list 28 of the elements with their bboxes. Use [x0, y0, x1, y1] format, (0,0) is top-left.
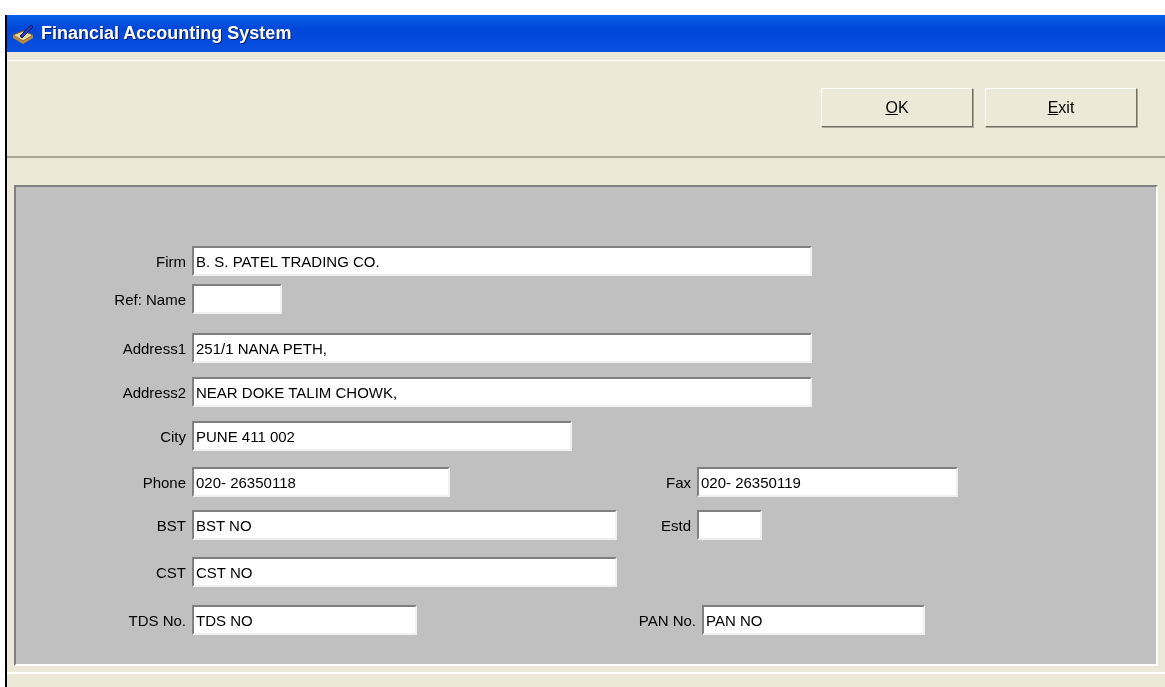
- text-field[interactable]: CST NO: [192, 557, 617, 587]
- field-label: Firm: [155, 252, 186, 270]
- book-pen-icon: [11, 22, 35, 45]
- ok-button[interactable]: OK: [821, 88, 973, 127]
- field-label: Ref: Name: [113, 290, 186, 308]
- field-label: CST: [155, 563, 186, 581]
- field-label: Phone: [141, 473, 186, 491]
- text-field[interactable]: BST NO: [192, 510, 617, 540]
- text-field[interactable]: NEAR DOKE TALIM CHOWK,: [192, 377, 812, 407]
- text-field[interactable]: PAN NO: [702, 605, 925, 635]
- text-field[interactable]: B. S. PATEL TRADING CO.: [192, 246, 812, 276]
- text-field[interactable]: [697, 510, 762, 540]
- field-label: Address1: [121, 339, 186, 357]
- text-field[interactable]: [192, 284, 282, 314]
- field-label: TDS No.: [127, 611, 186, 629]
- field-label: Estd: [660, 516, 691, 534]
- field-label: Fax: [665, 473, 691, 491]
- text-field[interactable]: PUNE 411 002: [192, 421, 572, 451]
- field-label: City: [159, 427, 186, 445]
- field-label: BST: [155, 516, 186, 534]
- field-label: Address2: [121, 383, 186, 401]
- text-field[interactable]: 251/1 NANA PETH,: [192, 333, 812, 363]
- field-label: PAN No.: [637, 611, 696, 629]
- window-title: Financial Accounting System: [41, 23, 292, 44]
- text-field[interactable]: TDS NO: [192, 605, 417, 635]
- text-field[interactable]: 020- 26350118: [192, 467, 450, 497]
- text-field[interactable]: 020- 26350119: [697, 467, 958, 497]
- exit-button[interactable]: Exit: [985, 88, 1137, 127]
